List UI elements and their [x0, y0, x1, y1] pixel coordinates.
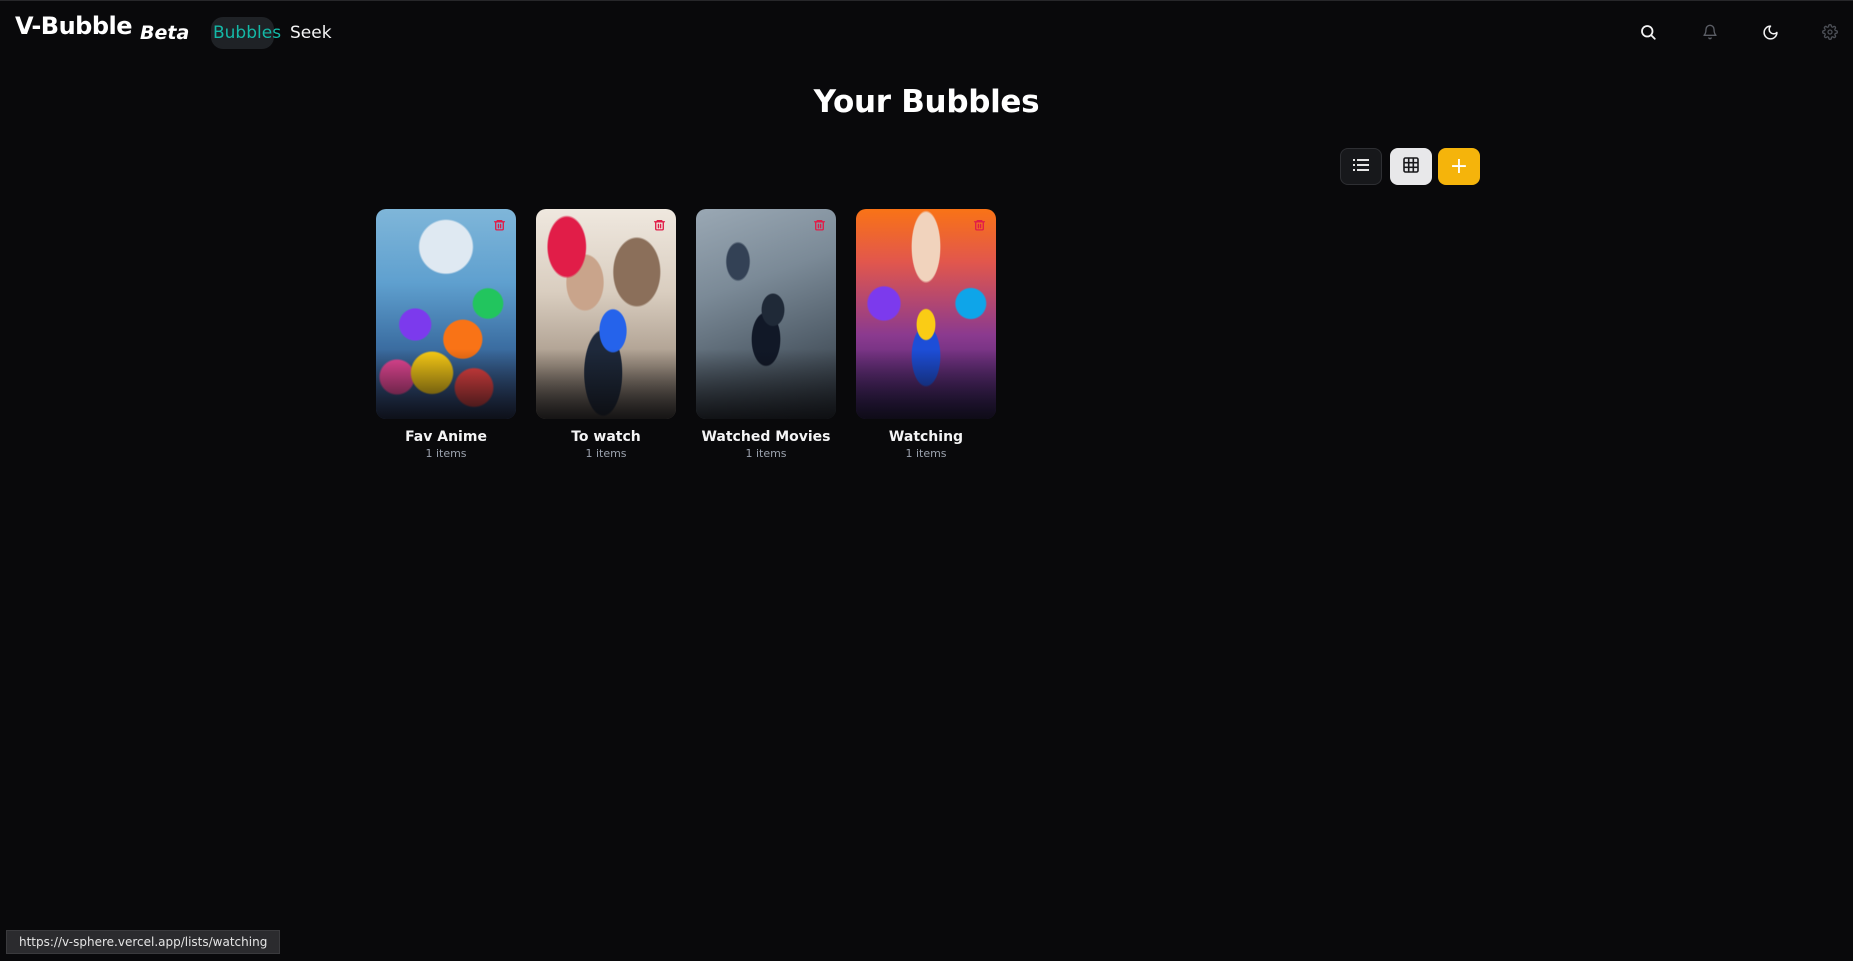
nav-bubbles[interactable]: Bubbles	[211, 17, 281, 49]
brand-logo[interactable]: V-Bubble Beta	[15, 12, 189, 44]
bubble-title: Watching	[888, 429, 964, 445]
list-view-button[interactable]	[1340, 148, 1382, 185]
nav-seek[interactable]: Seek	[282, 17, 334, 49]
bubble-card-fav-anime[interactable]: Fav Anime 1 items	[376, 209, 516, 460]
search-icon[interactable]	[1636, 20, 1660, 44]
grid-view-icon	[1403, 156, 1419, 177]
bubble-item-count: 1 items	[745, 447, 787, 460]
trash-icon[interactable]	[490, 216, 508, 234]
bubble-title: To watch	[571, 429, 641, 445]
top-navbar: V-Bubble Beta Bubbles Seek	[0, 0, 1853, 64]
bubble-card-to-watch[interactable]: To watch 1 items	[536, 209, 676, 460]
poster-image-fav-anime	[376, 209, 516, 419]
poster-fade	[856, 349, 996, 419]
bubble-card-watched-movies[interactable]: Watched Movies 1 items	[696, 209, 836, 460]
brand-name: V-Bubble	[15, 12, 133, 40]
bubble-item-count: 1 items	[905, 447, 947, 460]
plus-icon: +	[1449, 154, 1469, 179]
list-view-icon	[1353, 157, 1369, 176]
bubble-item-count: 1 items	[585, 447, 627, 460]
trash-icon[interactable]	[650, 216, 668, 234]
trash-icon[interactable]	[810, 216, 828, 234]
poster-image-watched-movies	[696, 209, 836, 419]
gear-icon[interactable]	[1818, 20, 1842, 44]
poster-fade	[536, 349, 676, 419]
poster-fade	[376, 349, 516, 419]
bell-icon[interactable]	[1698, 20, 1722, 44]
link-status-bar: https://v-sphere.vercel.app/lists/watchi…	[6, 930, 281, 954]
grid-view-button[interactable]	[1390, 148, 1432, 185]
page-title: Your Bubbles	[813, 84, 1040, 120]
poster-image-to-watch	[536, 209, 676, 419]
bubble-title: Watched Movies	[701, 429, 831, 445]
main-nav: Bubbles Seek	[211, 17, 334, 49]
moon-icon[interactable]	[1758, 20, 1782, 44]
bubble-item-count: 1 items	[425, 447, 467, 460]
poster-fade	[696, 349, 836, 419]
add-bubble-button[interactable]: +	[1438, 148, 1480, 185]
trash-icon[interactable]	[970, 216, 988, 234]
brand-beta-tag: Beta	[140, 22, 190, 44]
bubble-card-watching[interactable]: Watching 1 items	[856, 209, 996, 460]
bubble-title: Fav Anime	[405, 429, 487, 445]
poster-image-watching	[856, 209, 996, 419]
